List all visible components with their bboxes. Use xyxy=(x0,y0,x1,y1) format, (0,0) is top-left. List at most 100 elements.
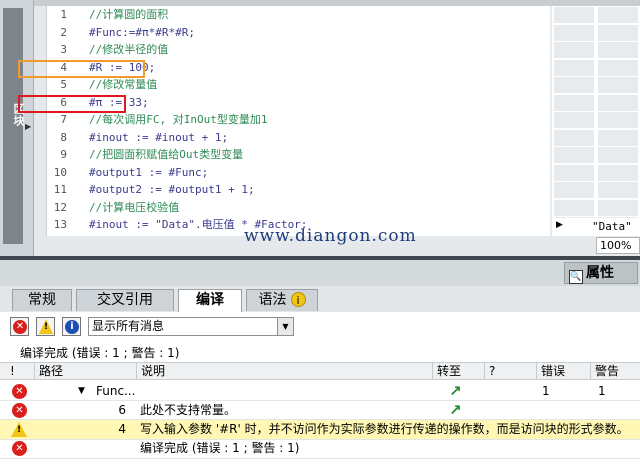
tab-label: 交叉引用 xyxy=(97,292,153,308)
properties-icon: 🔍 xyxy=(569,270,583,284)
table-row[interactable]: ! 4 写入输入参数 '#R' 时，并不访问作为实际参数进行传递的操作数，而是访… xyxy=(0,420,640,439)
col-errors[interactable]: 错误 xyxy=(536,363,590,380)
row-path: 6 xyxy=(118,403,126,417)
grid-cell xyxy=(554,182,594,198)
tab-label: 语法 xyxy=(258,292,287,308)
row-path: Func... xyxy=(96,384,136,398)
tree-expand-icon[interactable]: ▼ xyxy=(78,382,85,401)
col-warnings[interactable]: 警告 xyxy=(590,363,640,380)
grid-cell xyxy=(598,7,638,23)
grid-cell xyxy=(554,42,594,58)
row-description: 写入输入参数 '#R' 时，并不访问作为实际参数进行传递的操作数，而是访问块的形… xyxy=(140,422,629,436)
tab-compile[interactable]: 编译 xyxy=(178,289,242,313)
filter-selected-value: 显示所有消息 xyxy=(92,319,165,333)
code-line[interactable]: 3 //修改半径的值 xyxy=(47,41,551,59)
value-row: ▶ "Data" xyxy=(552,218,640,236)
row-divider xyxy=(0,400,640,401)
grid-cell xyxy=(598,77,638,93)
line-number: 1 xyxy=(60,8,67,21)
row-warnings: 1 xyxy=(598,384,606,398)
expand-arrow-icon[interactable]: ▶ xyxy=(556,220,563,230)
code-area[interactable]: 1//计算圆的面积 2 #Func:=#π*#R*#R; 3//修改半径的值 4 #R :… xyxy=(46,6,550,236)
zoom-field[interactable]: 100% xyxy=(596,237,640,254)
properties-label: 属性 xyxy=(586,265,614,281)
line-number: 10 xyxy=(53,165,67,179)
row-path: 4 xyxy=(118,422,126,436)
error-icon: ✕ xyxy=(12,441,27,456)
code-text: //修改常量值 xyxy=(89,78,158,91)
line-number: 2 xyxy=(60,25,67,39)
col-status[interactable]: ! xyxy=(0,363,34,380)
code-text: #Func:=#π*#R*#R; xyxy=(89,25,195,39)
block-panel-tab[interactable]: 区块 xyxy=(3,8,25,244)
grid-cell xyxy=(554,24,594,41)
row-divider xyxy=(0,439,640,440)
code-text: #inout := #inout + 1; xyxy=(89,130,229,144)
tab-label: 编译 xyxy=(196,292,224,308)
code-editor: 1//计算圆的面积 2 #Func:=#π*#R*#R; 3//修改半径的值 4 #R :… xyxy=(34,0,640,256)
tab-general[interactable]: 常规 xyxy=(12,289,72,311)
grid-cell xyxy=(598,42,638,58)
info-icon: i xyxy=(65,320,79,334)
inspector-header xyxy=(0,260,640,286)
filter-info-button[interactable]: i xyxy=(62,317,81,336)
grid-cell xyxy=(598,129,638,146)
grid-cell xyxy=(554,147,594,163)
grid-cell xyxy=(598,147,638,163)
line-number: 3 xyxy=(60,43,67,56)
code-line[interactable]: 11 #output2 := #output1 + 1; xyxy=(47,181,551,199)
properties-button[interactable]: 🔍 属性 xyxy=(564,262,638,284)
tab-cross-reference[interactable]: 交叉引用 xyxy=(76,289,174,311)
watermark: www.diangon.com xyxy=(244,226,417,246)
row-divider xyxy=(0,419,640,420)
table-row[interactable]: ✕ 6 此处不支持常量。 ↗ xyxy=(0,401,640,420)
grid-cell xyxy=(598,59,638,76)
code-line[interactable]: 2 #Func:=#π*#R*#R; xyxy=(47,24,551,42)
code-text: #output2 := #output1 + 1; xyxy=(89,183,255,196)
code-line[interactable]: 10 #output1 := #Func; xyxy=(47,164,551,182)
warning-mark: ! xyxy=(44,322,49,332)
row-divider xyxy=(0,458,640,459)
code-line[interactable]: 7 //每次调用FC, 对InOut型变量加1 xyxy=(47,111,551,129)
table-row[interactable]: ✕ 编译完成 (错误 : 1 ; 警告 : 1) xyxy=(0,439,640,458)
line-number: 8 xyxy=(60,130,67,144)
filter-warnings-button[interactable]: ! xyxy=(36,317,55,336)
grid-cell xyxy=(554,7,594,23)
grid-cell xyxy=(598,112,638,128)
code-line[interactable]: 1 //计算圆的面积 xyxy=(47,6,551,24)
expand-arrow-icon[interactable]: ▶ xyxy=(25,122,31,131)
grid-cell xyxy=(554,164,594,181)
table-row[interactable]: ✕ ▼ Func... ↗ 1 1 xyxy=(0,382,640,401)
code-text: //计算圆的面积 xyxy=(89,8,169,21)
code-line[interactable]: 12 //计算电压校验值 xyxy=(47,199,551,217)
tab-syntax[interactable]: 语法 i xyxy=(246,289,318,311)
chevron-down-icon[interactable]: ▼ xyxy=(277,318,293,335)
value-grid xyxy=(552,6,640,236)
message-filter-select[interactable]: 显示所有消息 ▼ xyxy=(88,317,294,336)
col-goto[interactable]: 转至 xyxy=(432,363,484,380)
code-line[interactable]: 5 //修改常量值 xyxy=(47,76,551,94)
error-icon: ✕ xyxy=(12,403,27,418)
filter-errors-button[interactable]: ✕ xyxy=(10,317,29,336)
row-description: 编译完成 (错误 : 1 ; 警告 : 1) xyxy=(140,441,300,455)
col-help[interactable]: ? xyxy=(484,363,536,380)
grid-cell xyxy=(598,24,638,41)
left-panel-strip: 区块 ▶ xyxy=(0,0,34,256)
row-errors: 1 xyxy=(542,384,550,398)
line-number: 7 xyxy=(60,113,67,126)
code-line[interactable]: 9 //把圆面积赋值给Out类型变量 xyxy=(47,146,551,164)
grid-cell xyxy=(598,164,638,181)
line-number: 13 xyxy=(53,218,67,231)
col-path[interactable]: 路径 xyxy=(34,363,136,380)
highlight-line-6 xyxy=(18,95,126,113)
messages-table-header: ! 路径 说明 转至 ? 错误 警告 xyxy=(0,362,640,380)
code-line[interactable]: 8 #inout := #inout + 1; xyxy=(47,129,551,147)
value-text: "Data" xyxy=(592,220,632,233)
goto-arrow-icon[interactable]: ↗ xyxy=(449,383,462,400)
goto-arrow-icon[interactable]: ↗ xyxy=(449,402,462,419)
line-number: 9 xyxy=(60,148,67,161)
code-text: //计算电压校验值 xyxy=(89,200,180,214)
row-description: 此处不支持常量。 xyxy=(140,403,237,417)
col-description[interactable]: 说明 xyxy=(136,363,432,380)
line-number: 5 xyxy=(60,78,67,91)
